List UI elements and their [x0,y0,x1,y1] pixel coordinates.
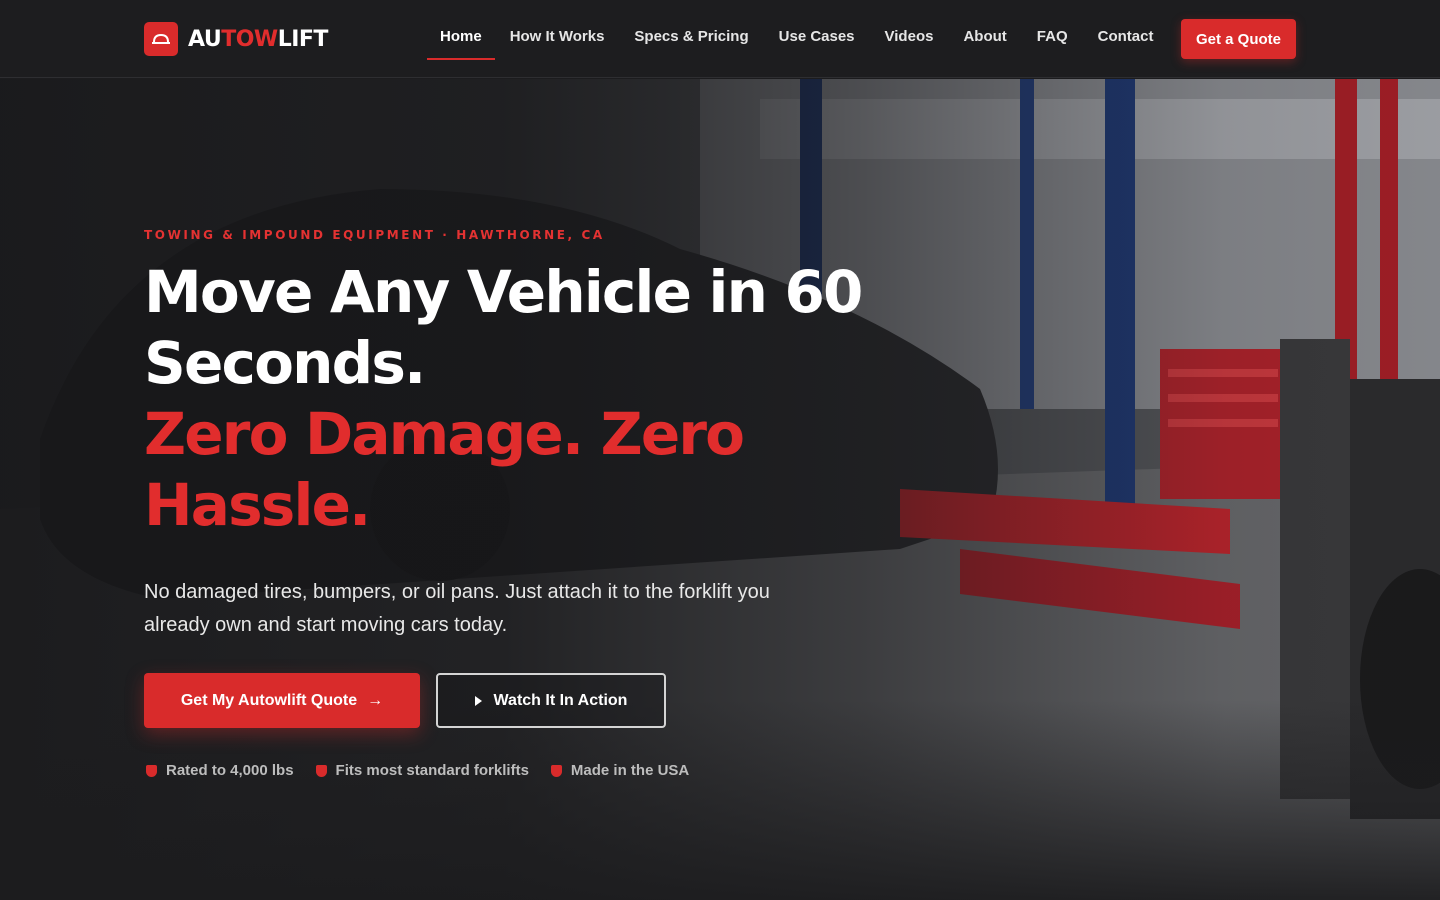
headline-line-4: Hassle. [144,471,371,539]
hero-headline: Move Any Vehicle in 60 Seconds. Zero Dam… [144,257,944,541]
brand-logo[interactable]: AUTOWLIFT [144,22,328,56]
nav-item-about[interactable]: About [948,18,1021,60]
brand-name-part2: TOW [221,26,278,52]
shield-icon [550,764,562,777]
hero-subtext: No damaged tires, bumpers, or oil pans. … [144,581,770,636]
headline-line-2: Seconds. [144,329,426,397]
badge-label: Made in the USA [570,762,690,779]
hero-bottom-fade [0,700,1440,900]
arrow-right-icon: → [367,691,384,709]
watch-in-action-button[interactable]: Watch It In Action [436,673,666,728]
shield-icon [146,764,157,777]
top-navigation: AUTOWLIFT Home How It Works Specs & Pric… [0,0,1440,78]
headline-line-1: Move Any Vehicle in 60 [144,258,863,326]
play-icon [474,695,482,706]
shield-icon [315,764,327,777]
watch-in-action-label: Watch It In Action [493,691,628,709]
get-a-quote-button[interactable]: Get a Quote [1181,19,1296,59]
get-my-quote-button[interactable]: Get My Autowlift Quote → [144,673,420,728]
main-menu: Home How It Works Specs & Pricing Use Ca… [427,18,1168,60]
nav-item-specs-pricing[interactable]: Specs & Pricing [619,18,763,60]
badge-item: Made in the USA [550,762,690,779]
nav-item-faq[interactable]: FAQ [1022,18,1083,60]
nav-item-use-cases[interactable]: Use Cases [764,18,870,60]
nav-item-how-it-works[interactable]: How It Works [495,18,620,60]
brand-name-part3: LIFT [277,26,329,52]
hero-eyebrow: TOWING & IMPOUND EQUIPMENT · HAWTHORNE, … [144,228,605,242]
nav-item-videos[interactable]: Videos [870,18,949,60]
brand-name-part1: AU [188,26,222,52]
brand-wordmark: AUTOWLIFT [188,27,328,52]
trust-badges: Rated to 4,000 lbs Fits most standard fo… [146,762,689,779]
headline-line-3: Zero Damage. Zero [144,400,745,468]
badge-label: Rated to 4,000 lbs [166,762,294,779]
nav-item-home[interactable]: Home [427,18,495,60]
badge-label: Fits most standard forklifts [335,762,529,779]
badge-item: Rated to 4,000 lbs [146,762,294,779]
tow-truck-icon [144,22,178,56]
nav-item-contact[interactable]: Contact [1083,18,1169,60]
badge-item: Fits most standard forklifts [315,762,529,779]
get-my-quote-label: Get My Autowlift Quote [180,691,358,709]
